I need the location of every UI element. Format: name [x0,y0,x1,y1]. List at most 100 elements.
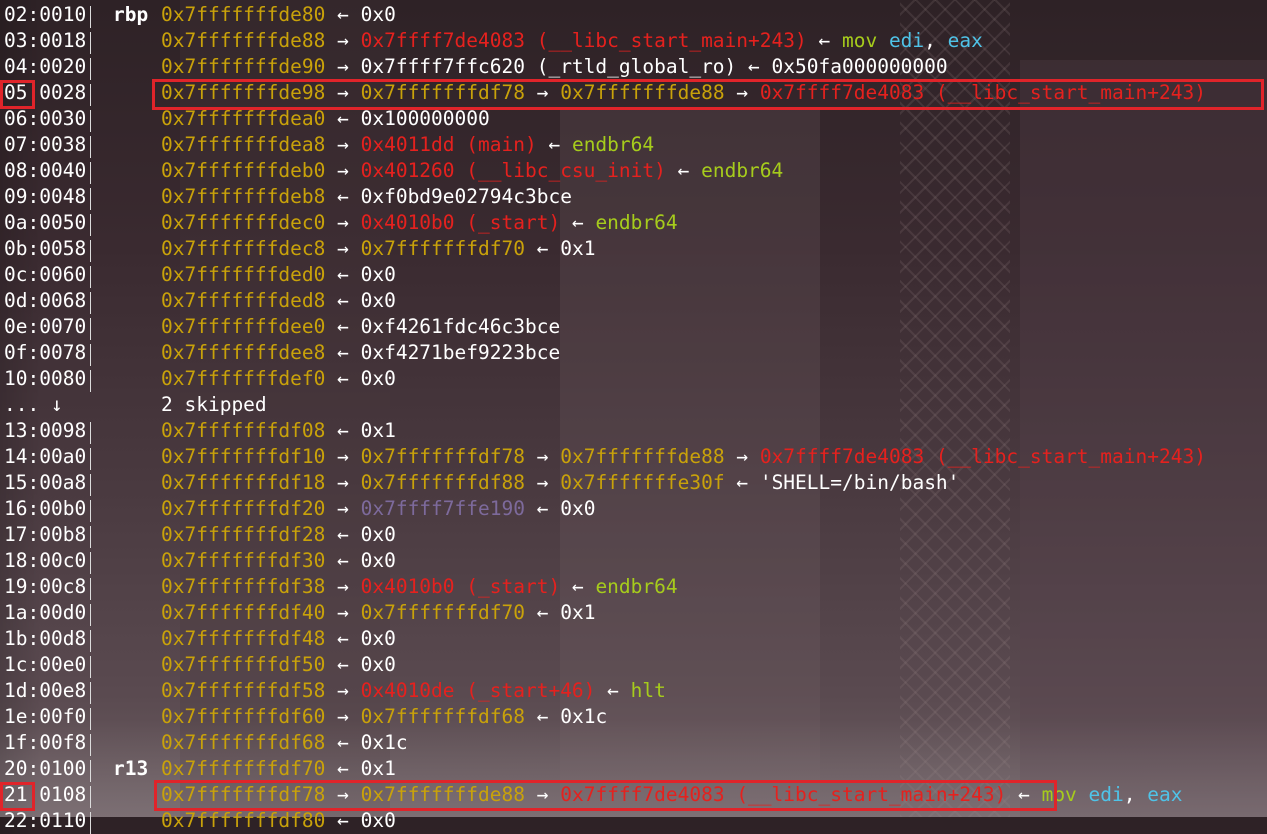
stack-offset: 0f:0078 [4,341,87,364]
highlight-box-index-05 [0,80,35,109]
stack-entry-token: ← [724,471,760,494]
stack-entry-token: eax [947,29,983,52]
stack-entry-token: → [325,211,361,234]
stack-entry-token: 0x401260 (__libc_csu_init) [360,159,666,182]
offset-separator [90,448,91,470]
stack-row: 02:0010 rbp 0x7fffffffde80 ← 0x0 [0,2,1267,28]
stack-entry: 0x7fffffffdee0 ← 0xf4261fdc46c3bce [161,314,560,340]
highlight-box-row-05 [152,79,1264,110]
stack-entry: 0x7fffffffde80 ← 0x0 [161,2,396,28]
stack-entry-token: 0x7fffffffdf18 [161,471,326,494]
stack-entry-token: endbr64 [701,159,784,182]
stack-entry-token: 0x50fa000000000 [771,55,948,78]
stack-entry-token: → [325,133,361,156]
stack-offset: 07:0038 [4,133,87,156]
stack-entry-token: ← [595,679,631,702]
offset-separator [90,344,91,366]
offset-separator [90,474,91,496]
stack-entry-token: , [924,29,948,52]
stack-entry-token: 0x0 [360,653,396,676]
stack-entry-token: ← [325,549,361,572]
stack-row: 10:0080 0x7fffffffdef0 ← 0x0 [0,366,1267,392]
stack-entry: 0x7fffffffdf10 → 0x7fffffffdf78 → 0x7fff… [161,444,1206,470]
stack-entry-token: 0x1 [560,601,596,624]
stack-entry-token: 0x7fffffffdf10 [161,445,326,468]
stack-entry: 0x7fffffffdf38 → 0x4010b0 (_start) ← end… [161,574,678,600]
stack-entry-token: 0x0 [360,367,396,390]
stack-row: 0d:0068 0x7fffffffded8 ← 0x0 [0,288,1267,314]
stack-entry-token: 0xf0bd9e02794c3bce [360,185,572,208]
stack-offset: 19:00c8 [4,575,87,598]
offset-separator [90,708,91,730]
stack-offset: 10:0080 [4,367,87,390]
offset-separator [90,162,91,184]
stack-entry-token: 0x7fffffffdea0 [161,107,326,130]
stack-entry-token: 0x7fffffffded0 [161,263,326,286]
stack-entry-token: 0x7fffffffdf68 [161,731,326,754]
stack-row: 09:0048 0x7fffffffdeb8 ← 0xf0bd9e02794c3b… [0,184,1267,210]
stack-entry-token: ← [325,315,361,338]
stack-row: 1a:00d0 0x7fffffffdf40 → 0x7fffffffdf70 ←… [0,600,1267,626]
stack-entry: 0x7fffffffdf20 → 0x7ffff7ffe190 ← 0x0 [161,496,595,522]
stack-entry-token: → [325,601,361,624]
stack-entry-token: → [325,575,361,598]
stack-entry-token: ← [325,523,361,546]
stack-entry-token: 0x7fffffffdf70 [360,237,525,260]
stack-entry: 0x7fffffffdf18 → 0x7fffffffdf88 → 0x7fff… [161,470,959,496]
stack-row: 13:0098 0x7fffffffdf08 ← 0x1 [0,418,1267,444]
stack-entry-token: 0x1c [560,705,608,728]
stack-entry: 0x7fffffffdf70 ← 0x1 [161,756,396,782]
stack-entry-token: → [325,237,361,260]
stack-entry: 0x7fffffffde90 → 0x7ffff7ffc620 (_rtld_g… [161,54,948,80]
stack-row: 22:0110 0x7fffffffdf80 ← 0x0 [0,808,1267,834]
offset-separator [90,604,91,626]
stack-entry-token: mov [841,29,889,52]
stack-entry-token: 0x7fffffffdf08 [161,419,326,442]
stack-row: 20:0100 r13 0x7fffffffdf70 ← 0x1 [0,756,1267,782]
stack-entry: 0x7fffffffde88 → 0x7ffff7de4083 (__libc_… [161,28,983,54]
stack-entry-token: 0x0 [360,523,396,546]
stack-entry-token: 0x0 [360,289,396,312]
stack-entry: 0x7fffffffdf40 → 0x7fffffffdf70 ← 0x1 [161,600,595,626]
stack-entry-token: 0x7fffffffdf60 [161,705,326,728]
stack-entry-token: ← [325,419,361,442]
stack-offset: 16:00b0 [4,497,87,520]
stack-offset: ... ↓ [4,393,63,416]
offset-separator [90,370,91,392]
stack-entry: 0x7fffffffded8 ← 0x0 [161,288,396,314]
stack-entry-token: 0x7fffffffde88 [161,29,326,52]
offset-separator [90,188,91,210]
stack-entry-token: ← [325,809,361,832]
register-label: rbp [113,3,149,26]
stack-entry-token: ← [524,705,561,728]
stack-entry-token: ← [560,211,596,234]
offset-separator [90,58,91,80]
offset-separator [90,266,91,288]
gdb-stack-view: 02:0010 rbp 0x7fffffffde80 ← 0x0 03:0018 0x7… [0,2,1267,834]
stack-row: 03:0018 0x7fffffffde88 → 0x7ffff7de4083 (… [0,28,1267,54]
stack-offset: 22:0110 [4,809,87,832]
stack-entry: 0x7fffffffdec8 → 0x7fffffffdf70 ← 0x1 [161,236,595,262]
stack-offset: 1b:00d8 [4,627,87,650]
stack-offset: 1e:00f0 [4,705,87,728]
stack-entry-token: 0x4010b0 (_start) [360,211,561,234]
stack-entry-token: ← [806,29,842,52]
stack-entry-token: 0x7fffffffdf88 [360,471,525,494]
stack-entry-token: 0x7fffffffdeb0 [161,159,326,182]
stack-entry-token: edi [888,29,925,52]
stack-entry: 0x7fffffffdec0 → 0x4010b0 (_start) ← end… [161,210,678,236]
stack-entry-token: 0x7fffffffdee8 [161,341,326,364]
offset-separator [90,786,91,808]
stack-entry-token: 0x7fffffffde88 [560,445,725,468]
stack-entry: 0x7fffffffdef0 ← 0x0 [161,366,396,392]
stack-row: 1d:00e8 0x7fffffffdf58 → 0x4010de (_start… [0,678,1267,704]
stack-entry: 0x7fffffffdf60 → 0x7fffffffdf68 ← 0x1c [161,704,607,730]
stack-entry-token: → [524,471,561,494]
stack-entry-token: ← [325,3,361,26]
stack-entry-token: → [325,497,361,520]
stack-entry-token: ← [536,133,572,156]
stack-entry-token: ← [325,107,361,130]
stack-row: 18:00c0 0x7fffffffdf30 ← 0x0 [0,548,1267,574]
stack-entry-token: 0x7fffffffdf30 [161,549,326,572]
stack-entry-token: 0x7fffffffde90 [161,55,326,78]
